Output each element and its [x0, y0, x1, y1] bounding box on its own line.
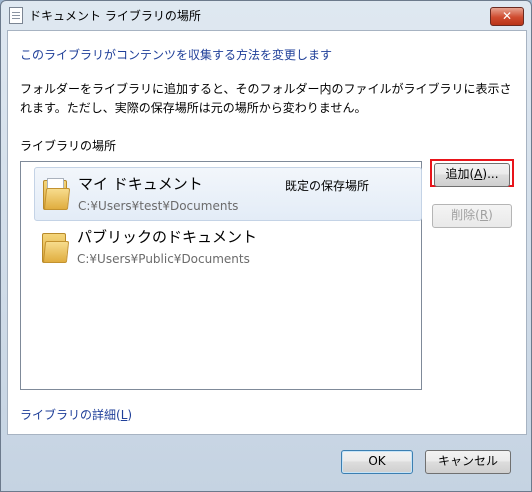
library-locations-list[interactable]: マイ ドキュメント C:¥Users¥test¥Documents 既定の保存場…	[20, 161, 422, 390]
dialog-footer: OK キャンセル	[1, 433, 531, 491]
window-title: ドキュメント ライブラリの場所	[29, 9, 201, 23]
documents-folder-icon	[43, 178, 71, 210]
list-item-my-documents[interactable]: マイ ドキュメント C:¥Users¥test¥Documents 既定の保存場…	[34, 167, 422, 221]
location-name: マイ ドキュメント	[78, 175, 203, 193]
add-button[interactable]: 追加(A)...	[434, 163, 510, 187]
list-item-public-documents[interactable]: パブリックのドキュメント C:¥Users¥Public¥Documents	[34, 221, 420, 273]
default-save-location-label: 既定の保存場所	[285, 179, 370, 193]
cancel-button[interactable]: キャンセル	[425, 450, 511, 474]
library-details-link[interactable]: ライブラリの詳細(L)	[20, 406, 132, 423]
ok-button[interactable]: OK	[341, 450, 413, 474]
location-path: C:¥Users¥test¥Documents	[78, 199, 239, 213]
library-locations-label: ライブラリの場所	[20, 139, 117, 153]
title-bar[interactable]: ドキュメント ライブラリの場所 ✕	[1, 1, 531, 29]
description-text: フォルダーをライブラリに追加すると、そのフォルダー内のファイルがライブラリに表示…	[20, 82, 512, 115]
page-heading: このライブラリがコンテンツを収集する方法を変更します	[20, 48, 333, 62]
dialog-content: このライブラリがコンテンツを収集する方法を変更します フォルダーをライブラリに追…	[7, 30, 527, 435]
remove-button[interactable]: 削除(R)	[432, 204, 512, 228]
location-name: パブリックのドキュメント	[77, 228, 258, 246]
library-document-icon	[9, 7, 23, 24]
close-button[interactable]: ✕	[490, 7, 524, 26]
close-icon: ✕	[501, 9, 513, 23]
dialog-window: ドキュメント ライブラリの場所 ✕ このライブラリがコンテンツを収集する方法を変…	[0, 0, 532, 492]
location-path: C:¥Users¥Public¥Documents	[77, 252, 250, 266]
folder-icon	[42, 231, 70, 263]
